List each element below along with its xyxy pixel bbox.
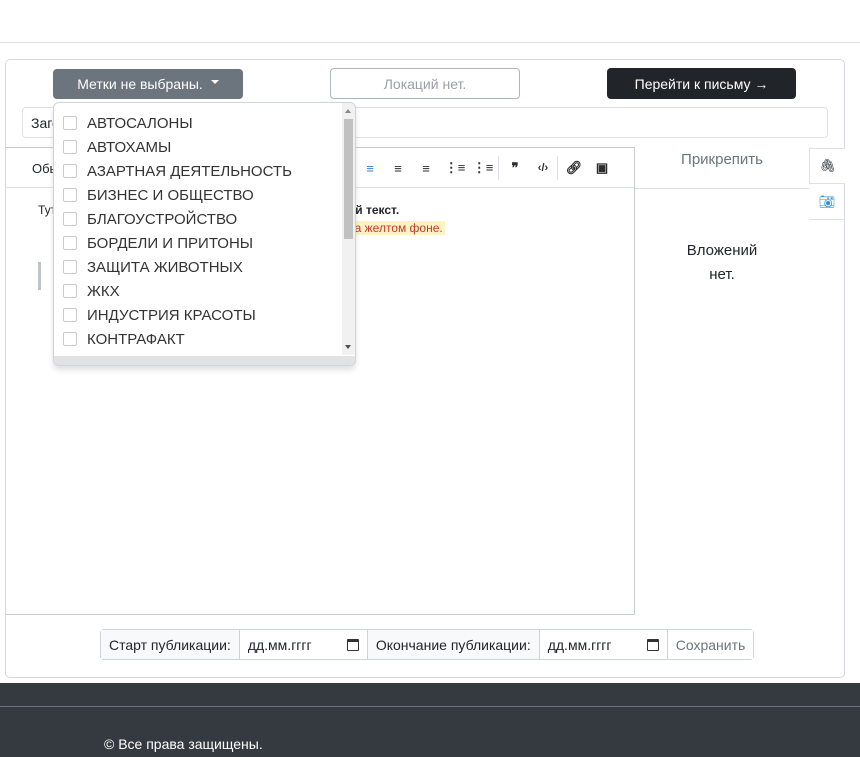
camera-tab[interactable]: 📷︎ [809,184,845,220]
tag-label: БИЗНЕС И ОБЩЕСТВО [87,186,254,204]
tag-label: ИНДУСТРИЯ КРАСОТЫ [87,306,256,324]
bullet-list-icon[interactable]: ⋮≡ [473,159,494,177]
paperclip-icon: 🖇︎ [819,158,836,173]
toolbar-divider [498,156,499,180]
start-label: Старт публикации: [101,630,240,659]
checkbox[interactable] [63,260,77,274]
tags-dropdown-menu: АВТОСАЛОНЫ АВТОХАМЫ АЗАРТНАЯ ДЕЯТЕЛЬНОСТ… [53,102,356,366]
scroll-up-arrow-icon[interactable] [345,109,351,113]
align-center-icon[interactable]: ≡ [389,159,407,177]
attachments-header: Прикрепить [635,148,809,189]
align-right-icon[interactable]: ≡ [417,159,435,177]
checkbox[interactable] [63,164,77,178]
tags-button-label: Метки не выбраны. [77,76,203,92]
tag-label: АВТОХАМЫ [87,138,172,156]
tags-list: АВТОСАЛОНЫ АВТОХАМЫ АЗАРТНАЯ ДЕЯТЕЛЬНОСТ… [54,111,342,351]
attachments-empty-line: нет. [709,266,735,283]
tag-option[interactable]: АЗАРТНАЯ ДЕЯТЕЛЬНОСТЬ [54,159,342,183]
go-to-letter-button[interactable]: Перейти к письму → [607,68,796,99]
tag-option[interactable]: БИЗНЕС И ОБЩЕСТВО [54,183,342,207]
tag-option[interactable]: БОРДЕЛИ И ПРИТОНЫ [54,231,342,255]
save-button[interactable]: Сохранить [667,630,754,659]
go-to-letter-label: Перейти к письму → [634,75,769,92]
code-icon[interactable]: ‹/› [534,159,552,177]
checkbox[interactable] [63,116,77,130]
tag-option[interactable]: КОНТРАФАКТ [54,327,342,351]
toolbar-divider [557,156,558,180]
tag-label: БЛАГОУСТРОЙСТВО [87,210,238,228]
publication-controls: Старт публикации: дд.мм.гггг Окончание п… [100,629,755,660]
tag-option[interactable]: ЖКХ [54,279,342,303]
caret-down-icon [210,80,219,84]
calendar-icon[interactable] [646,638,659,651]
checkbox[interactable] [63,332,77,346]
tag-option[interactable]: ИНДУСТРИЯ КРАСОТЫ [54,303,342,327]
tag-option[interactable]: БЛАГОУСТРОЙСТВО [54,207,342,231]
footer-divider [0,706,860,707]
dropdown-bottom-edge [54,356,355,365]
attachments-title: Прикрепить [681,151,763,168]
checkbox[interactable] [63,140,77,154]
blockquote-icon[interactable]: ❞ [506,159,524,177]
locations-button-label: Локаций нет. [383,75,467,92]
scrollbar-thumb[interactable] [344,119,353,239]
tag-label: ЗАЩИТА ЖИВОТНЫХ [87,258,243,276]
tag-option[interactable]: АВТОСАЛОНЫ [54,111,342,135]
copyright-text: © Все права защищены. [104,736,263,752]
editor-highlight-text: на желтом фоне. [346,221,445,235]
locations-button[interactable]: Локаций нет. [330,68,520,99]
start-date-input[interactable]: дд.мм.гггг [239,630,368,659]
end-date-placeholder: дд.мм.гггг [547,636,612,653]
camera-icon: 📷︎ [818,193,836,209]
tag-option[interactable]: АВТОХАМЫ [54,135,342,159]
checkbox[interactable] [63,284,77,298]
calendar-icon[interactable] [346,638,359,651]
attachments-empty-line: Вложений [686,242,758,259]
link-icon[interactable]: 🔗︎ [565,159,583,177]
blockquote-bar [38,262,41,290]
align-left-icon[interactable]: ≡ [361,159,379,177]
tag-label: ЖКХ [87,282,120,300]
scroll-down-arrow-icon[interactable] [345,345,351,349]
top-divider [0,42,860,43]
tags-dropdown-button[interactable]: Метки не выбраны. [53,69,243,99]
ordered-list-icon[interactable]: ⋮≡ [445,159,466,177]
end-label: Окончание публикации: [367,630,540,659]
attachments-empty-message: Вложений нет. [635,239,809,287]
checkbox[interactable] [63,188,77,202]
end-date-input[interactable]: дд.мм.гггг [539,630,668,659]
checkbox[interactable] [63,212,77,226]
tag-label: АЗАРТНАЯ ДЕЯТЕЛЬНОСТЬ [87,162,292,180]
start-date-placeholder: дд.мм.гггг [247,636,312,653]
tag-label: БОРДЕЛИ И ПРИТОНЫ [87,234,254,252]
tag-option[interactable]: ЗАЩИТА ЖИВОТНЫХ [54,255,342,279]
paperclip-tab[interactable]: 🖇︎ [809,148,845,184]
dropdown-scrollbar[interactable] [342,103,355,355]
checkbox[interactable] [63,308,77,322]
tag-label: КОНТРАФАКТ [87,330,185,348]
tag-label: АВТОСАЛОНЫ [87,114,193,132]
checkbox[interactable] [63,236,77,250]
video-icon[interactable]: ▣ [593,159,611,177]
